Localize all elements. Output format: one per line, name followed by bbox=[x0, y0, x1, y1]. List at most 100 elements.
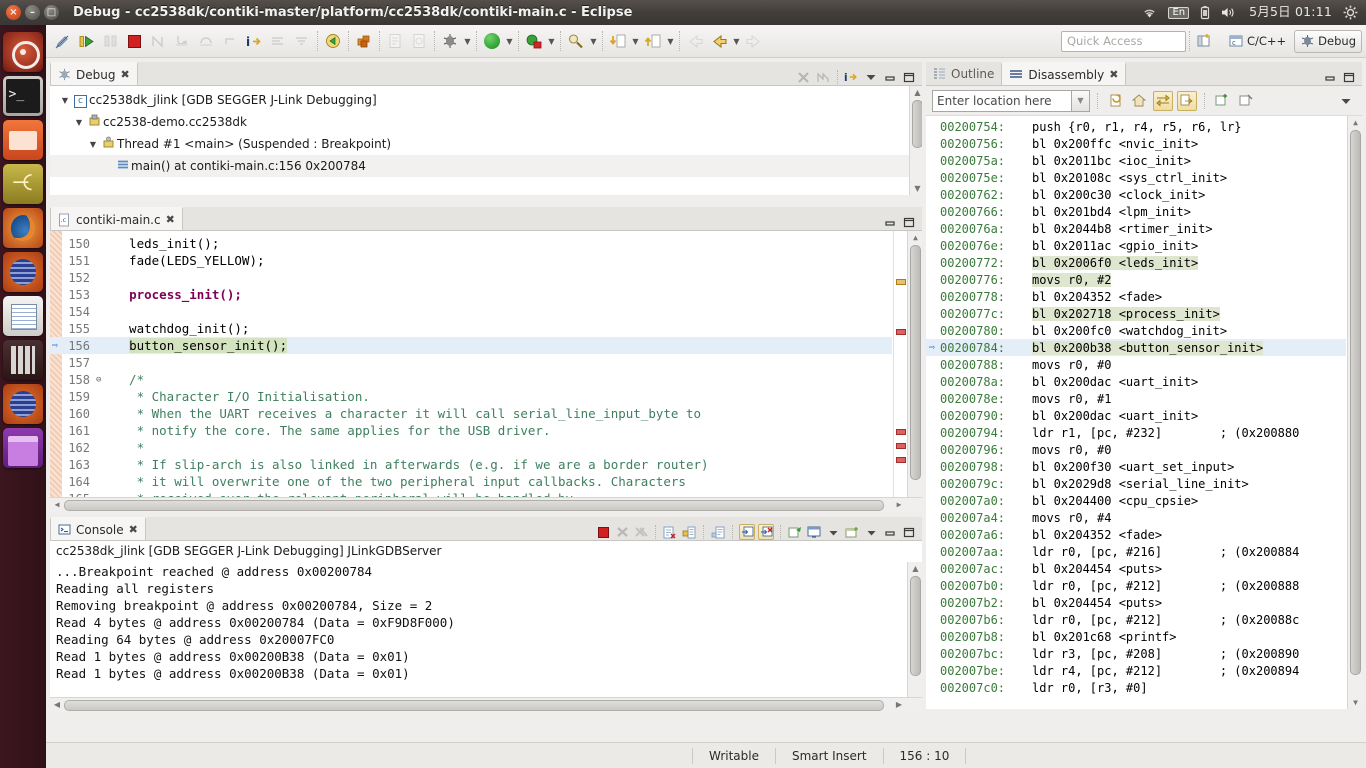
console-body[interactable]: cc2538dk_jlink [GDB SEGGER J-Link Debugg… bbox=[50, 541, 922, 712]
disassembly-row[interactable]: 002007bc: ldr r3, [pc, #208] ; (0x200890 bbox=[926, 645, 1346, 662]
step-filters-icon[interactable] bbox=[290, 29, 314, 53]
code-line[interactable]: 163 * If slip-arch is also linked in aft… bbox=[50, 456, 892, 473]
disassembly-row[interactable]: 002007b2: bl 0x204454 <puts> bbox=[926, 594, 1346, 611]
close-icon[interactable]: ✖ bbox=[120, 68, 129, 81]
tab-debug[interactable]: Debug ✖ bbox=[50, 62, 138, 85]
disassembly-list[interactable]: 00200754: push {r0, r1, r4, r5, r6, lr} 00… bbox=[926, 116, 1362, 709]
code-line[interactable]: 161 * notify the core. The same applies … bbox=[50, 422, 892, 439]
disassembly-row[interactable]: 002007ac: bl 0x204454 <puts> bbox=[926, 560, 1346, 577]
disassembly-row[interactable]: 0020077c: bl 0x202718 <process_init> bbox=[926, 305, 1346, 322]
disassembly-row[interactable]: 00200778: bl 0x204352 <fade> bbox=[926, 288, 1346, 305]
forward-arrow-icon[interactable] bbox=[707, 29, 731, 53]
clock[interactable]: 5月5日 01:11 bbox=[1249, 6, 1332, 19]
close-icon[interactable]: ✖ bbox=[1109, 68, 1118, 81]
minimize-window-button[interactable]: – bbox=[25, 5, 40, 20]
twisty-icon[interactable]: ▼ bbox=[72, 118, 86, 127]
disassembly-row[interactable]: 0020076e: bl 0x2011ac <gpio_init> bbox=[926, 237, 1346, 254]
step-into-icon[interactable] bbox=[170, 29, 194, 53]
close-icon[interactable]: ✖ bbox=[166, 213, 175, 226]
disassembly-row[interactable]: 00200776: movs r0, #2 bbox=[926, 271, 1346, 288]
chevron-down-icon[interactable] bbox=[863, 69, 879, 85]
twisty-icon[interactable]: ▼ bbox=[86, 140, 100, 149]
new-class-icon[interactable] bbox=[407, 29, 431, 53]
chevron-down-icon-2[interactable] bbox=[863, 524, 879, 540]
code-line[interactable]: 160 * When the UART receives a character… bbox=[50, 405, 892, 422]
disassembly-row[interactable]: 00200754: push {r0, r1, r4, r5, r6, lr} bbox=[926, 118, 1346, 135]
disassembly-row[interactable]: 00200772: bl 0x2006f0 <leds_init> bbox=[926, 254, 1346, 271]
back-arrow-icon[interactable] bbox=[683, 29, 707, 53]
maximize-icon[interactable] bbox=[1341, 69, 1357, 85]
scroll-down-icon[interactable]: ▼ bbox=[912, 183, 922, 194]
open-perspective-icon[interactable] bbox=[1193, 29, 1217, 53]
disassembly-row[interactable]: 002007b8: bl 0x201c68 <printf> bbox=[926, 628, 1346, 645]
twisty-icon[interactable]: ▼ bbox=[58, 96, 72, 105]
hscroll-thumb[interactable] bbox=[64, 700, 884, 711]
hscroll-thumb[interactable] bbox=[64, 500, 884, 511]
ruler-marker-error[interactable] bbox=[896, 457, 906, 463]
disassembly-row[interactable]: 00200780: bl 0x200fc0 <watchdog_init> bbox=[926, 322, 1346, 339]
launcher-item-gimp[interactable] bbox=[2, 164, 43, 204]
home-icon[interactable] bbox=[1129, 91, 1149, 111]
launcher-item-firefox[interactable] bbox=[2, 208, 43, 248]
scroll-left-icon[interactable]: ◀ bbox=[52, 500, 62, 510]
forward-nav-icon[interactable] bbox=[742, 29, 766, 53]
instruction-stepping-icon[interactable]: i bbox=[242, 29, 266, 53]
battery-icon[interactable] bbox=[1200, 5, 1210, 20]
disassembly-row[interactable]: 0020075e: bl 0x20108c <sys_ctrl_init> bbox=[926, 169, 1346, 186]
launcher-item-eclipse[interactable] bbox=[2, 252, 43, 292]
minimize-icon[interactable] bbox=[882, 214, 898, 230]
ruler-marker-error[interactable] bbox=[896, 443, 906, 449]
maximize-icon[interactable] bbox=[901, 214, 917, 230]
step-over-icon[interactable] bbox=[194, 29, 218, 53]
drop-to-frame-icon[interactable] bbox=[266, 29, 290, 53]
minimize-icon[interactable] bbox=[1322, 69, 1338, 85]
search-icon[interactable] bbox=[564, 29, 588, 53]
disassembly-row[interactable]: ⇨ 00200784: bl 0x200b38 <button_sensor_ini… bbox=[926, 339, 1346, 356]
scroll-up-icon[interactable]: ▲ bbox=[912, 87, 922, 98]
wifi-icon[interactable] bbox=[1142, 7, 1157, 19]
run-icon[interactable] bbox=[480, 29, 504, 53]
next-annotation-icon[interactable] bbox=[606, 29, 630, 53]
launcher-item-eclipse-2[interactable] bbox=[2, 384, 43, 424]
disassembly-row[interactable]: 002007c0: ldr r0, [r3, #0] bbox=[926, 679, 1346, 696]
console-scrollbar[interactable]: ▲ ▼ bbox=[907, 562, 922, 712]
external-tools-icon[interactable] bbox=[522, 29, 546, 53]
disassembly-row[interactable]: 00200798: bl 0x200f30 <uart_set_input> bbox=[926, 458, 1346, 475]
tree-row-launch-config[interactable]: ▼ c cc2538dk_jlink [GDB SEGGER J-Link De… bbox=[50, 89, 922, 111]
tree-row-thread[interactable]: ▼ Thread #1 <main> (Suspended : Breakpoi… bbox=[50, 133, 922, 155]
scroll-down-icon[interactable]: ▼ bbox=[1350, 697, 1361, 708]
scroll-right-icon[interactable]: ▶ bbox=[894, 700, 904, 710]
tree-row-stack-frame[interactable]: main() at contiki-main.c:156 0x200784 bbox=[50, 155, 922, 177]
disassembly-row[interactable]: 00200796: movs r0, #0 bbox=[926, 441, 1346, 458]
disassembly-row[interactable]: 002007a4: movs r0, #4 bbox=[926, 509, 1346, 526]
step-return-icon[interactable] bbox=[218, 29, 242, 53]
code-line[interactable]: 154 bbox=[50, 303, 892, 320]
show-source-icon[interactable] bbox=[1153, 90, 1173, 111]
source-editor[interactable]: 150 leds_init(); 151 fade(LEDS_YELLOW); 15… bbox=[50, 231, 922, 512]
disassembly-row[interactable]: 00200794: ldr r1, [pc, #232] ; (0x200880 bbox=[926, 424, 1346, 441]
scroll-up-icon[interactable]: ▲ bbox=[910, 563, 921, 574]
disassembly-scrollbar[interactable]: ▲ ▼ bbox=[1347, 116, 1362, 709]
code-line[interactable]: ⇨ 156 button_sensor_init(); bbox=[50, 337, 892, 354]
tab-outline[interactable]: Outline bbox=[926, 62, 1001, 85]
disassembly-row[interactable]: 0020078e: movs r0, #1 bbox=[926, 390, 1346, 407]
code-lines[interactable]: 150 leds_init(); 151 fade(LEDS_YELLOW); 15… bbox=[50, 235, 892, 507]
instruction-stepping-icon[interactable]: i bbox=[844, 69, 860, 85]
disassembly-row[interactable]: 002007b6: ldr r0, [pc, #212] ; (0x20088c bbox=[926, 611, 1346, 628]
input-method-indicator[interactable]: En bbox=[1168, 6, 1190, 19]
minimize-icon[interactable] bbox=[882, 524, 898, 540]
maximize-icon[interactable] bbox=[901, 69, 917, 85]
debug-config-dropdown-arrow[interactable]: ▼ bbox=[462, 37, 473, 46]
scroll-up-icon[interactable]: ▲ bbox=[910, 232, 921, 243]
location-input[interactable]: Enter location here bbox=[932, 89, 1072, 112]
launcher-item-ubuntu-dash[interactable] bbox=[2, 32, 43, 72]
remove-all-launches-icon[interactable] bbox=[633, 524, 649, 540]
remove-terminated-icon[interactable] bbox=[796, 69, 812, 85]
ruler-marker-error[interactable] bbox=[896, 429, 906, 435]
launcher-item-calculator[interactable] bbox=[2, 340, 43, 380]
code-line[interactable]: 164 * it will overwrite one of the two p… bbox=[50, 473, 892, 490]
external-tools-dropdown-arrow[interactable]: ▼ bbox=[546, 37, 557, 46]
disassembly-row[interactable]: 00200790: bl 0x200dac <uart_init> bbox=[926, 407, 1346, 424]
pin-view-icon[interactable] bbox=[1236, 91, 1256, 111]
code-line[interactable]: 157 bbox=[50, 354, 892, 371]
